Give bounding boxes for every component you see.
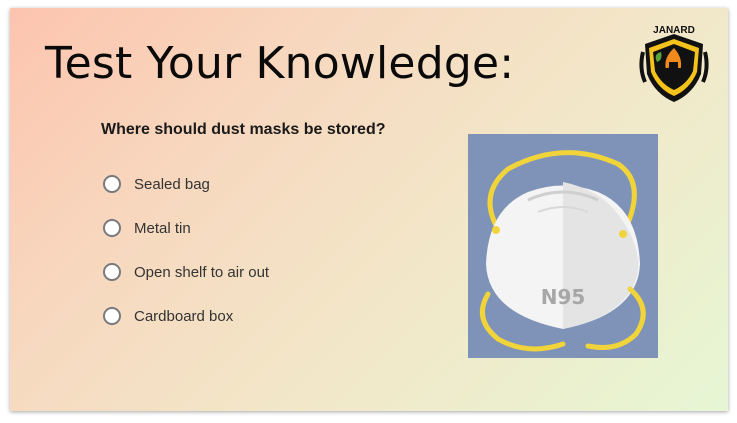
option-metal-tin[interactable]: Metal tin — [103, 206, 269, 250]
answer-options: Sealed bag Metal tin Open shelf to air o… — [103, 162, 269, 338]
slide-title: Test Your Knowledge: — [45, 38, 515, 89]
janard-logo: JANARD — [639, 25, 709, 102]
option-sealed-bag[interactable]: Sealed bag — [103, 162, 269, 206]
option-open-shelf[interactable]: Open shelf to air out — [103, 250, 269, 294]
svg-text:JANARD: JANARD — [653, 25, 695, 36]
option-label: Cardboard box — [134, 307, 234, 325]
svg-text:N95: N95 — [541, 285, 586, 309]
quiz-slide: Test Your Knowledge: JANARD Where should… — [10, 8, 728, 411]
radio-button[interactable] — [103, 175, 121, 193]
option-cardboard-box[interactable]: Cardboard box — [103, 294, 269, 338]
radio-button[interactable] — [103, 263, 121, 281]
n95-mask-icon: N95 — [468, 134, 658, 358]
radio-button[interactable] — [103, 307, 121, 325]
question-text: Where should dust masks be stored? — [101, 121, 386, 138]
option-label: Sealed bag — [134, 175, 210, 193]
radio-button[interactable] — [103, 219, 121, 237]
option-label: Open shelf to air out — [134, 263, 270, 281]
option-label: Metal tin — [134, 219, 191, 237]
